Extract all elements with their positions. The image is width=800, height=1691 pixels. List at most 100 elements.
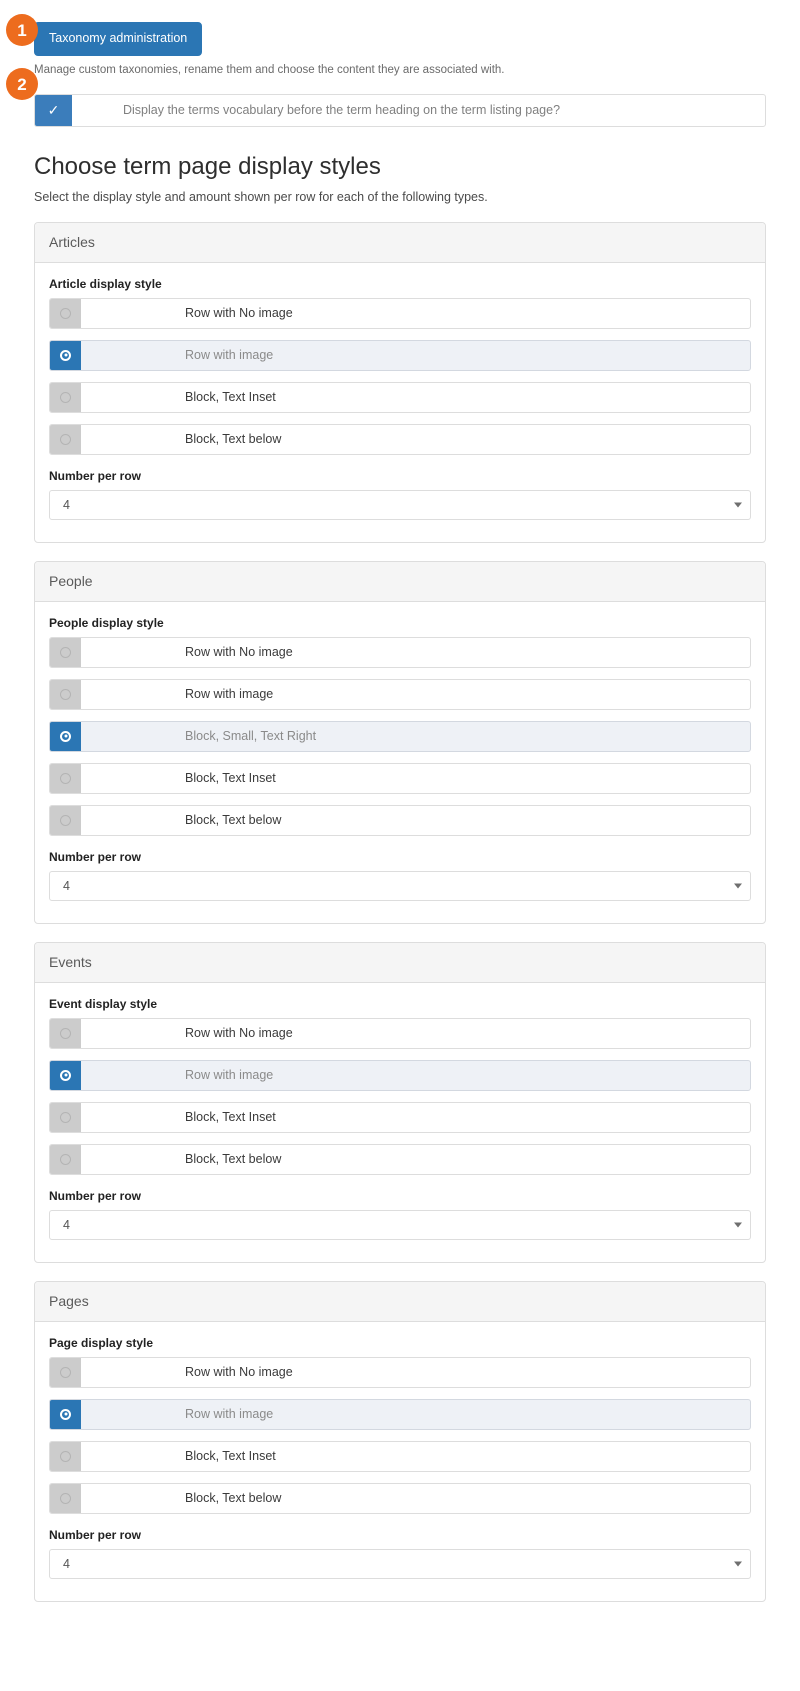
radio-dot bbox=[60, 433, 71, 445]
number-per-row-label: Number per row bbox=[49, 849, 142, 864]
radio-option[interactable]: Block, Text Inset bbox=[49, 1101, 751, 1133]
radio-selected-icon[interactable] bbox=[50, 721, 81, 751]
radio-unselected-icon[interactable] bbox=[50, 763, 81, 793]
radio-option-label: Block, Text Inset bbox=[185, 390, 276, 404]
radio-unselected-icon[interactable] bbox=[50, 1441, 81, 1471]
radio-option-label: Block, Small, Text Right bbox=[185, 729, 317, 743]
panel-title: Articles bbox=[35, 222, 765, 263]
radio-unselected-icon[interactable] bbox=[50, 382, 81, 412]
number-per-row-select[interactable]: 4 bbox=[49, 870, 751, 901]
number-per-row-select-wrapper: 4 bbox=[49, 1548, 751, 1579]
radio-dot bbox=[60, 814, 71, 826]
number-per-row-select[interactable]: 4 bbox=[49, 489, 751, 520]
step-badge-1: 1 bbox=[6, 14, 38, 46]
radio-option[interactable]: Row with image bbox=[49, 1398, 751, 1430]
display-vocabulary-checkbox-label: Display the terms vocabulary before the … bbox=[123, 103, 561, 117]
radio-option[interactable]: Row with No image bbox=[49, 636, 751, 668]
radio-dot bbox=[60, 1069, 71, 1081]
taxonomy-administration-button[interactable]: Taxonomy administration bbox=[34, 22, 203, 56]
radio-option[interactable]: Block, Text Inset bbox=[49, 1440, 751, 1472]
radio-option-label: Block, Text Inset bbox=[185, 1449, 276, 1463]
radio-selected-icon[interactable] bbox=[50, 1399, 81, 1429]
number-per-row-label: Number per row bbox=[49, 1188, 142, 1203]
radio-dot bbox=[60, 1408, 71, 1420]
radio-dot bbox=[60, 730, 71, 742]
display-style-label: Event display style bbox=[49, 996, 158, 1011]
radio-unselected-icon[interactable] bbox=[50, 1018, 81, 1048]
panel-pages: Pages Page display style Row with No image… bbox=[34, 1280, 766, 1602]
radio-option[interactable]: Block, Text Inset bbox=[49, 762, 751, 794]
panel-body: People display style Row with No image Row… bbox=[35, 602, 765, 923]
radio-option[interactable]: Row with No image bbox=[49, 1356, 751, 1388]
radio-unselected-icon[interactable] bbox=[50, 805, 81, 835]
radio-dot bbox=[60, 391, 71, 403]
radio-unselected-icon[interactable] bbox=[50, 1144, 81, 1174]
radio-option[interactable]: Block, Text below bbox=[49, 804, 751, 836]
panel-title: People bbox=[35, 561, 765, 602]
radio-dot bbox=[60, 1111, 71, 1123]
display-style-radio-group: Row with No image Row with image Block, Te… bbox=[49, 297, 751, 455]
panel-body: Article display style Row with No image Ro… bbox=[35, 263, 765, 542]
radio-option-label: Row with image bbox=[185, 1068, 274, 1082]
sections-container: Articles Article display style Row with No… bbox=[0, 221, 800, 1602]
radio-dot bbox=[60, 1366, 71, 1378]
panel-articles: Articles Article display style Row with No… bbox=[34, 221, 766, 543]
radio-option[interactable]: Row with No image bbox=[49, 1017, 751, 1049]
toolbar-help-text: Manage custom taxonomies, rename them an… bbox=[34, 63, 505, 76]
radio-option-label: Row with No image bbox=[185, 1365, 293, 1379]
radio-unselected-icon[interactable] bbox=[50, 1483, 81, 1513]
radio-option[interactable]: Block, Text below bbox=[49, 1143, 751, 1175]
radio-dot bbox=[60, 688, 71, 700]
radio-option[interactable]: Row with No image bbox=[49, 297, 751, 329]
radio-option[interactable]: Block, Small, Text Right bbox=[49, 720, 751, 752]
radio-option-label: Block, Text below bbox=[185, 1491, 282, 1505]
radio-option-label: Row with No image bbox=[185, 306, 293, 320]
display-style-label: People display style bbox=[49, 615, 164, 630]
panel-title: Pages bbox=[35, 1281, 765, 1322]
radio-option-label: Block, Text Inset bbox=[185, 771, 276, 785]
radio-dot bbox=[60, 772, 71, 784]
display-style-radio-group: Row with No image Row with image Block, Te… bbox=[49, 1356, 751, 1514]
radio-option-label: Block, Text Inset bbox=[185, 1110, 276, 1124]
radio-option-label: Row with No image bbox=[185, 1026, 293, 1040]
number-per-row-select-wrapper: 4 bbox=[49, 1209, 751, 1240]
radio-unselected-icon[interactable] bbox=[50, 424, 81, 454]
display-style-radio-group: Row with No image Row with image Block, Sm… bbox=[49, 636, 751, 836]
radio-unselected-icon[interactable] bbox=[50, 1102, 81, 1132]
panel-title: Events bbox=[35, 942, 765, 983]
radio-dot bbox=[60, 646, 71, 658]
checkbox-check-icon[interactable]: ✓ bbox=[35, 94, 72, 126]
radio-unselected-icon[interactable] bbox=[50, 637, 81, 667]
page-subtitle: Select the display style and amount show… bbox=[34, 189, 488, 204]
toolbar: Taxonomy administration bbox=[0, 0, 800, 56]
radio-option-label: Block, Text below bbox=[185, 1152, 282, 1166]
radio-selected-icon[interactable] bbox=[50, 340, 81, 370]
number-per-row-select-wrapper: 4 bbox=[49, 489, 751, 520]
radio-option-label: Block, Text below bbox=[185, 432, 282, 446]
radio-option[interactable]: Block, Text below bbox=[49, 1482, 751, 1514]
number-per-row-label: Number per row bbox=[49, 468, 142, 483]
radio-unselected-icon[interactable] bbox=[50, 1357, 81, 1387]
radio-selected-icon[interactable] bbox=[50, 1060, 81, 1090]
number-per-row-label: Number per row bbox=[49, 1527, 142, 1542]
display-style-label: Page display style bbox=[49, 1335, 154, 1350]
number-per-row-select[interactable]: 4 bbox=[49, 1209, 751, 1240]
taxonomy-settings-page: 1 2 Taxonomy administration Manage custo… bbox=[0, 0, 800, 1691]
radio-option[interactable]: Row with image bbox=[49, 339, 751, 371]
step-badge-2: 2 bbox=[6, 68, 38, 100]
radio-unselected-icon[interactable] bbox=[50, 679, 81, 709]
number-per-row-select[interactable]: 4 bbox=[49, 1548, 751, 1579]
radio-option[interactable]: Row with image bbox=[49, 1059, 751, 1091]
radio-option[interactable]: Block, Text Inset bbox=[49, 381, 751, 413]
radio-unselected-icon[interactable] bbox=[50, 298, 81, 328]
page-title: Choose term page display styles bbox=[34, 152, 381, 180]
radio-dot bbox=[60, 1027, 71, 1039]
radio-option[interactable]: Row with image bbox=[49, 678, 751, 710]
radio-option[interactable]: Block, Text below bbox=[49, 423, 751, 455]
radio-option-label: Block, Text below bbox=[185, 813, 282, 827]
radio-dot bbox=[60, 1153, 71, 1165]
display-vocabulary-checkbox-row[interactable]: ✓ Display the terms vocabulary before th… bbox=[34, 93, 766, 127]
panel-people: People People display style Row with No im… bbox=[34, 560, 766, 924]
display-style-radio-group: Row with No image Row with image Block, Te… bbox=[49, 1017, 751, 1175]
panel-events: Events Event display style Row with No ima… bbox=[34, 941, 766, 1263]
